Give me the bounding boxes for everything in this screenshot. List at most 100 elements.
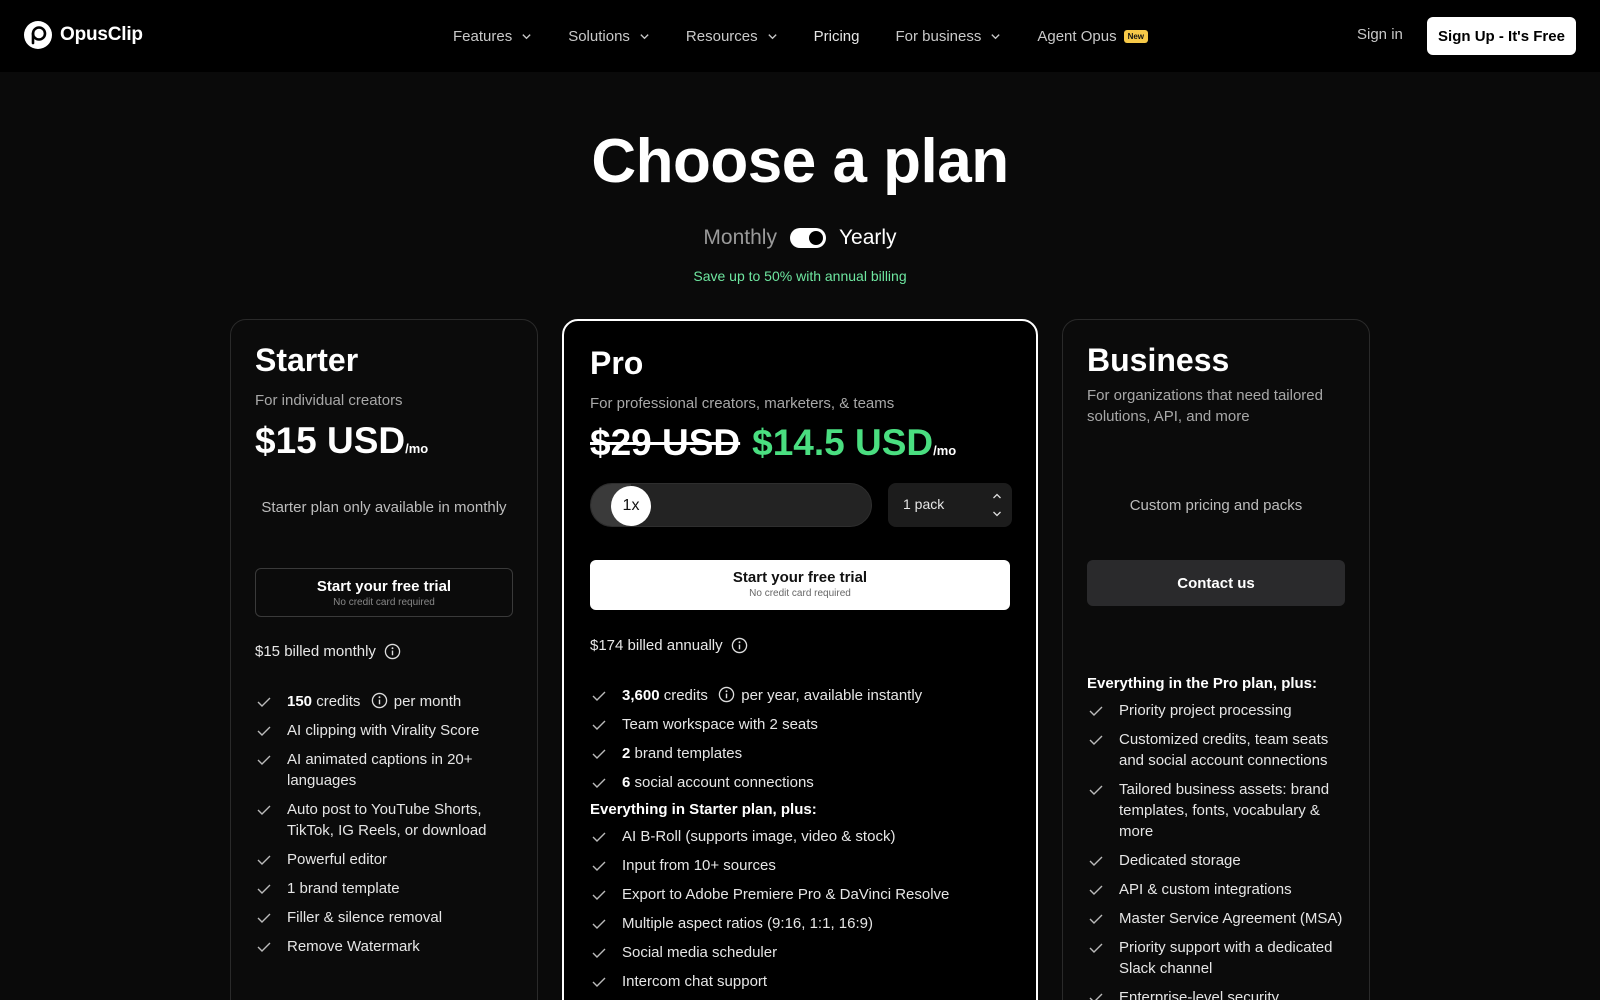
starter-free-trial-button[interactable]: Start your free trial No credit card req… xyxy=(255,568,513,617)
feature-text: Input from 10+ sources xyxy=(622,857,776,874)
pack-selector-value: 1 pack xyxy=(903,496,945,512)
chevron-down-icon xyxy=(522,33,531,39)
check-icon xyxy=(592,720,606,730)
feature-text: Enterprise-level security xyxy=(1119,989,1280,1000)
check-icon xyxy=(592,919,606,929)
pack-selector[interactable]: 1 pack xyxy=(888,483,1012,527)
feature-item: Priority project processing xyxy=(1087,700,1355,721)
check-icon xyxy=(257,855,271,865)
plan-card-business: Business For organizations that need tai… xyxy=(1062,319,1370,1000)
feature-item: API & custom integrations xyxy=(1087,879,1355,900)
credit-multiplier-slider[interactable]: 1x xyxy=(590,483,872,527)
feature-text: Auto post to YouTube Shorts, TikTok, IG … xyxy=(287,801,487,839)
button-sublabel: No credit card required xyxy=(749,588,851,599)
check-icon xyxy=(1089,885,1103,895)
discounted-price: $14.5 USD xyxy=(752,422,934,463)
feature-text: Multiple aspect ratios (9:16, 1:1, 16:9) xyxy=(622,915,873,932)
price-amount: $15 USD xyxy=(255,420,406,461)
toggle-knob xyxy=(808,231,823,245)
price-period: /mo xyxy=(933,443,957,458)
info-icon[interactable] xyxy=(718,686,735,703)
nav-features[interactable]: Features xyxy=(453,28,532,45)
feature-item: Customized credits, team seats and socia… xyxy=(1087,729,1355,771)
feature-item: Powerful editor xyxy=(255,849,525,870)
contact-us-button[interactable]: Contact us xyxy=(1087,560,1345,606)
check-icon xyxy=(1089,735,1103,745)
nav-pricing-label: Pricing xyxy=(813,27,860,45)
feature-text: API & custom integrations xyxy=(1119,881,1292,898)
check-icon xyxy=(1089,785,1103,795)
plan-subtitle: For organizations that need tailored sol… xyxy=(1087,387,1323,425)
plan-name: Business xyxy=(1087,342,1230,378)
nav-agent-opus[interactable]: Agent Opus New xyxy=(1037,28,1149,45)
feature-item: 3,600 credits per year, available instan… xyxy=(590,685,1020,706)
feature-text: Intercom chat support xyxy=(622,973,768,990)
feature-text: AI animated captions in 20+ languages xyxy=(287,751,473,789)
new-badge: New xyxy=(1123,29,1149,43)
nav-pricing[interactable]: Pricing xyxy=(814,28,860,45)
billing-summary: $174 billed annually xyxy=(590,637,748,654)
feature-text: Master Service Agreement (MSA) xyxy=(1119,910,1343,927)
check-icon xyxy=(1089,943,1103,953)
plan-price: $15 USD/mo xyxy=(255,420,428,462)
original-price: $29 USD xyxy=(590,422,741,463)
feature-item: Master Service Agreement (MSA) xyxy=(1087,908,1355,929)
billing-yearly-label[interactable]: Yearly xyxy=(839,226,897,250)
check-icon xyxy=(1089,856,1103,866)
nav-solutions[interactable]: Solutions xyxy=(568,28,650,45)
custom-pricing-note: Custom pricing and packs xyxy=(1129,497,1303,514)
billing-monthly-label[interactable]: Monthly xyxy=(703,226,777,250)
feature-item: 150 credits per month xyxy=(255,691,525,712)
nav-resources[interactable]: Resources xyxy=(686,28,778,45)
feature-text: Remove Watermark xyxy=(287,938,420,955)
feature-text: Priority project processing xyxy=(1119,702,1292,719)
brand-logo[interactable]: OpusClip xyxy=(24,21,143,49)
chevron-down-icon xyxy=(767,33,777,39)
check-icon xyxy=(257,697,271,707)
sign-in-link[interactable]: Sign in xyxy=(1357,26,1403,43)
info-icon[interactable] xyxy=(731,637,748,654)
feature-text: 3,600 credits per year, available instan… xyxy=(622,686,923,704)
feature-item: AI clipping with Virality Score xyxy=(255,720,525,741)
check-icon xyxy=(592,749,606,759)
top-nav: OpusClip Features Solutions Resources Pr… xyxy=(0,0,1600,72)
feature-text: Priority support with a dedicated Slack … xyxy=(1119,939,1333,977)
button-sublabel: No credit card required xyxy=(333,597,435,608)
check-icon xyxy=(592,832,606,842)
feature-text: Filler & silence removal xyxy=(287,909,443,926)
pro-feature-list: 3,600 credits per year, available instan… xyxy=(590,685,1020,1000)
billing-toggle-switch[interactable] xyxy=(789,228,826,248)
check-icon xyxy=(257,913,271,923)
nav-for-business[interactable]: For business xyxy=(895,28,1001,45)
chevron-down-icon xyxy=(640,33,649,39)
feature-text: Export to Adobe Premiere Pro & DaVinci R… xyxy=(622,886,950,903)
feature-text: 6 social account connections xyxy=(622,774,814,791)
check-icon xyxy=(257,884,271,894)
check-icon xyxy=(1089,914,1103,924)
plan-name: Starter xyxy=(255,342,359,378)
feature-text: 150 credits per month xyxy=(287,692,462,710)
feature-item: Multiple aspect ratios (9:16, 1:1, 16:9) xyxy=(590,913,1020,934)
page-title: Choose a plan xyxy=(591,127,1009,196)
feature-text: Tailored business assets: brand template… xyxy=(1119,781,1330,840)
pro-free-trial-button[interactable]: Start your free trial No credit card req… xyxy=(590,560,1010,610)
slider-handle[interactable]: 1x xyxy=(611,486,651,526)
feature-item: Intercom chat support xyxy=(590,971,1020,992)
info-icon[interactable] xyxy=(371,692,388,709)
monthly-only-note: Starter plan only available in monthly xyxy=(261,499,507,516)
check-icon xyxy=(257,942,271,952)
feature-group-label: Everything in the Pro plan, plus: xyxy=(1087,675,1318,692)
sign-up-button[interactable]: Sign Up - It's Free xyxy=(1427,17,1576,55)
check-icon xyxy=(257,805,271,815)
nav-resources-label: Resources xyxy=(685,27,758,45)
main-menu: Features Solutions Resources Pricing For… xyxy=(453,0,1184,72)
feature-text: 2 brand templates xyxy=(622,745,743,762)
check-icon xyxy=(592,778,606,788)
feature-item: Auto post to YouTube Shorts, TikTok, IG … xyxy=(255,799,525,841)
plan-subtitle: For individual creators xyxy=(255,392,403,409)
check-icon xyxy=(592,948,606,958)
feature-text: AI clipping with Virality Score xyxy=(287,722,480,739)
feature-item: 1 brand template xyxy=(255,878,525,899)
info-icon[interactable] xyxy=(384,643,401,660)
feature-item: Social media scheduler xyxy=(590,942,1020,963)
